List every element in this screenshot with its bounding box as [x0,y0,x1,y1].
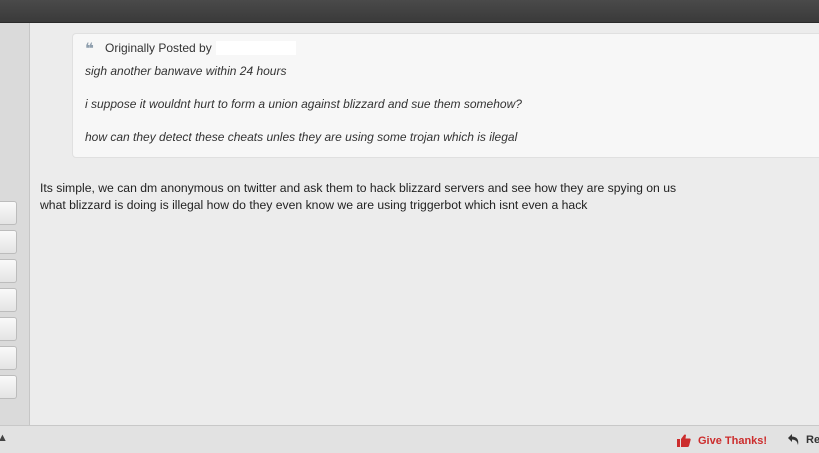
post-footer-bar: ▲ Give Thanks! Re [0,425,819,453]
quoted-username[interactable] [215,41,296,55]
quote-header: ❛❛ Originally Posted by [85,39,296,58]
caret-up-icon[interactable]: ▲ [0,432,8,444]
post-text-line: Its simple, we can dm anonymous on twitt… [40,181,677,195]
post-text-line: what blizzard is doing is illegal how do… [40,198,588,212]
quote-icon: ❛❛ [85,39,94,58]
quote-line: i suppose it wouldnt hurt to form a unio… [85,97,522,111]
sidebar-button[interactable] [0,201,17,225]
quote-line: how can they detect these cheats unles t… [85,130,518,144]
reply-arrow-icon [788,434,799,445]
sidebar-button[interactable] [0,230,17,254]
sidebar-button[interactable] [0,259,17,283]
sidebar-button[interactable] [0,288,17,312]
top-navigation-bar [0,0,819,23]
sidebar-button[interactable] [0,375,17,399]
reply-label: Re [806,433,819,446]
quote-line: sigh another banwave within 24 hours [85,64,287,78]
give-thanks-label: Give Thanks! [698,434,768,447]
quote-header-label: Originally Posted by [105,41,212,55]
sidebar-button[interactable] [0,346,17,370]
give-thanks-button[interactable]: Give Thanks! [677,434,767,447]
thumbs-up-icon [677,434,691,447]
post-content: ❛❛ Originally Posted by sigh another ban… [30,23,819,425]
left-sidebar [0,23,30,425]
quote-box: ❛❛ Originally Posted by sigh another ban… [72,33,819,158]
reply-button[interactable]: Re [787,433,819,446]
sidebar-button[interactable] [0,317,17,341]
